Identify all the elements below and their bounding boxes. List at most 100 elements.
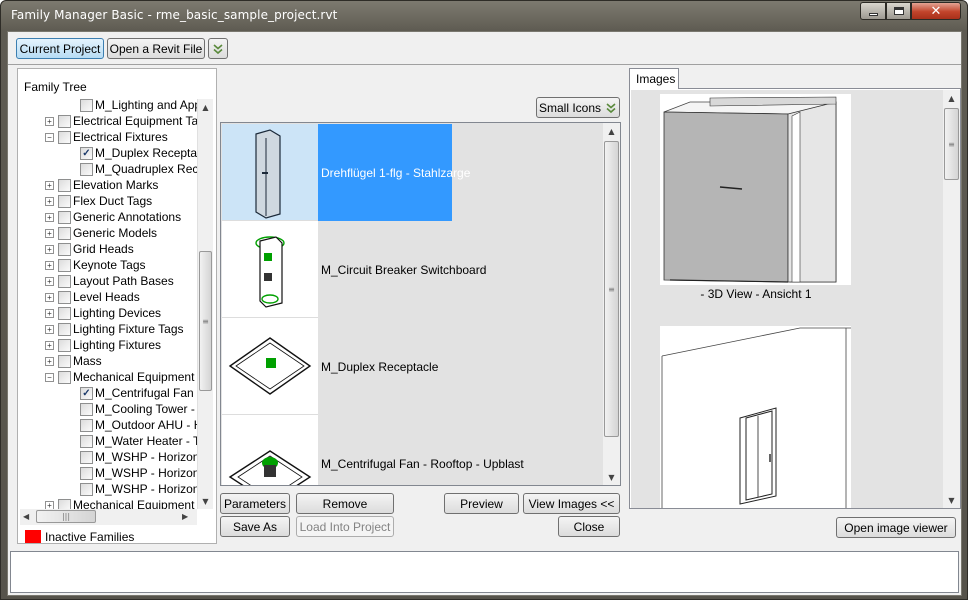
tree-item[interactable]: M_Outdoor AHU - H bbox=[69, 417, 202, 433]
tree-item[interactable]: + Generic Models bbox=[45, 225, 157, 241]
remove-button[interactable]: Remove bbox=[296, 493, 394, 514]
tree-item-checkbox[interactable] bbox=[58, 370, 71, 384]
tree-item-checkbox[interactable] bbox=[58, 322, 71, 336]
small-icons-dropdown[interactable]: Small Icons bbox=[536, 97, 620, 118]
minimize-button[interactable] bbox=[860, 2, 886, 20]
parameters-button[interactable]: Parameters bbox=[220, 493, 290, 514]
title-bar[interactable]: Family Manager Basic - rme_basic_sample_… bbox=[1, 1, 967, 31]
image-3d-view[interactable] bbox=[660, 94, 851, 285]
scroll-down-arrow-icon[interactable]: ▼ bbox=[198, 493, 213, 509]
open-revit-file-button[interactable]: Open a Revit File bbox=[107, 38, 205, 59]
tree-item-checkbox[interactable] bbox=[58, 242, 71, 256]
tree-item[interactable]: M_Quadruplex Rece bbox=[69, 161, 205, 177]
family-list-item[interactable]: M_Centrifugal Fan - Rooftop - Upblast bbox=[222, 415, 609, 485]
maximize-button[interactable] bbox=[886, 2, 911, 20]
family-list[interactable]: ▲ ≡ ▼ Drehflügel 1-flg - Stahlzarge M_Cir… bbox=[220, 122, 621, 486]
save-as-button[interactable]: Save As bbox=[220, 516, 290, 537]
view-images-button[interactable]: View Images << bbox=[523, 493, 620, 514]
tree-item[interactable]: M_WSHP - Horizont bbox=[69, 465, 203, 481]
tab-images[interactable]: Images bbox=[629, 68, 679, 89]
tree-item[interactable]: ✓ M_Duplex Receptac bbox=[69, 145, 203, 161]
tree-item-checkbox[interactable] bbox=[80, 98, 93, 112]
collapse-minus-icon[interactable]: − bbox=[45, 372, 54, 382]
tree-item[interactable]: + Mass bbox=[45, 353, 102, 369]
tree-item[interactable]: + Level Heads bbox=[45, 289, 140, 305]
scroll-down-arrow-icon[interactable]: ▼ bbox=[943, 492, 960, 508]
tree-item-checkbox[interactable] bbox=[58, 226, 71, 240]
expand-plus-icon[interactable]: + bbox=[45, 180, 54, 190]
tree-item[interactable]: + Keynote Tags bbox=[45, 257, 146, 273]
tree-item-checkbox[interactable] bbox=[58, 338, 71, 352]
expand-plus-icon[interactable]: + bbox=[45, 292, 54, 302]
tree-item-checkbox[interactable] bbox=[58, 178, 71, 192]
tree-item-checkbox[interactable] bbox=[58, 290, 71, 304]
toolbar-expand-button[interactable] bbox=[208, 38, 228, 59]
tree-item-checkbox[interactable] bbox=[58, 194, 71, 208]
tree-item[interactable]: M_Cooling Tower - C bbox=[69, 401, 207, 417]
tree-item[interactable]: + Grid Heads bbox=[45, 241, 134, 257]
tree-item[interactable]: + Electrical Equipment Tag bbox=[45, 113, 205, 129]
tree-item-checkbox[interactable] bbox=[80, 402, 93, 416]
tree-horizontal-scrollbar[interactable]: ◀ ||| ▶ bbox=[20, 509, 197, 525]
expand-plus-icon[interactable]: + bbox=[45, 244, 54, 254]
family-list-item[interactable]: M_Circuit Breaker Switchboard bbox=[222, 221, 609, 318]
tree-item-checkbox[interactable]: ✓ bbox=[80, 386, 93, 400]
expand-plus-icon[interactable]: + bbox=[45, 260, 54, 270]
tree-item-checkbox[interactable] bbox=[80, 162, 93, 176]
expand-plus-icon[interactable]: + bbox=[45, 228, 54, 238]
scroll-up-arrow-icon[interactable]: ▲ bbox=[198, 99, 213, 115]
tree-hscroll-thumb[interactable]: ||| bbox=[36, 510, 96, 523]
tree-item[interactable]: + Generic Annotations bbox=[45, 209, 181, 225]
open-image-viewer-button[interactable]: Open image viewer bbox=[836, 517, 956, 538]
tree-item-checkbox[interactable] bbox=[80, 482, 93, 496]
tree-item-checkbox[interactable] bbox=[58, 210, 71, 224]
tree-item[interactable]: + Lighting Fixtures bbox=[45, 337, 161, 353]
preview-button[interactable]: Preview bbox=[444, 493, 519, 514]
tree-item-checkbox[interactable] bbox=[80, 466, 93, 480]
expand-plus-icon[interactable]: + bbox=[45, 196, 54, 206]
tree-item[interactable]: + Flex Duct Tags bbox=[45, 193, 152, 209]
expand-plus-icon[interactable]: + bbox=[45, 116, 54, 126]
family-list-item[interactable]: Drehflügel 1-flg - Stahlzarge bbox=[222, 124, 609, 221]
tree-item-checkbox[interactable] bbox=[80, 418, 93, 432]
tree-item[interactable]: − Mechanical Equipment bbox=[45, 369, 194, 385]
expand-plus-icon[interactable]: + bbox=[45, 356, 54, 366]
tree-item[interactable]: + Layout Path Bases bbox=[45, 273, 174, 289]
tree-item[interactable]: + Lighting Fixture Tags bbox=[45, 321, 184, 337]
family-list-item[interactable]: M_Duplex Receptacle bbox=[222, 318, 609, 415]
scroll-up-arrow-icon[interactable]: ▲ bbox=[943, 90, 960, 106]
tree-scroll-thumb[interactable]: ≡ bbox=[199, 251, 212, 391]
image-door-view[interactable] bbox=[660, 326, 851, 508]
expand-plus-icon[interactable]: + bbox=[45, 212, 54, 222]
tree-item-checkbox[interactable] bbox=[58, 130, 71, 144]
tree-item-checkbox[interactable] bbox=[58, 306, 71, 320]
tree-item-checkbox[interactable] bbox=[58, 274, 71, 288]
images-scroll-thumb[interactable]: ≡ bbox=[944, 108, 959, 180]
tree-vertical-scrollbar[interactable]: ▲ ≡ ▼ bbox=[197, 99, 213, 509]
scroll-right-arrow-icon[interactable]: ▶ bbox=[182, 512, 188, 521]
expand-plus-icon[interactable]: + bbox=[45, 308, 54, 318]
tree-item-checkbox[interactable] bbox=[80, 450, 93, 464]
tree-item[interactable]: − Electrical Fixtures bbox=[45, 129, 168, 145]
scroll-left-arrow-icon[interactable]: ◀ bbox=[23, 512, 29, 521]
close-window-button[interactable]: ✕ bbox=[911, 2, 961, 20]
load-into-project-button[interactable]: Load Into Project bbox=[296, 516, 394, 537]
family-tree[interactable]: M_Lighting and App + Electrical Equipment … bbox=[20, 97, 214, 512]
expand-plus-icon[interactable]: + bbox=[45, 276, 54, 286]
tree-item[interactable]: + Lighting Devices bbox=[45, 305, 161, 321]
tree-item[interactable]: M_Lighting and App bbox=[69, 97, 201, 113]
tree-item-checkbox[interactable] bbox=[58, 258, 71, 272]
tree-item-checkbox[interactable] bbox=[58, 354, 71, 368]
current-project-button[interactable]: Current Project bbox=[16, 38, 104, 59]
expand-plus-icon[interactable]: + bbox=[45, 324, 54, 334]
close-button[interactable]: Close bbox=[558, 516, 620, 537]
expand-plus-icon[interactable]: + bbox=[45, 340, 54, 350]
tree-item[interactable]: M_Water Heater - T bbox=[69, 433, 200, 449]
images-scrollbar[interactable]: ▲ ≡ ▼ bbox=[943, 90, 960, 508]
tree-item-checkbox[interactable]: ✓ bbox=[80, 146, 93, 160]
tree-item[interactable]: + Elevation Marks bbox=[45, 177, 158, 193]
collapse-minus-icon[interactable]: − bbox=[45, 132, 54, 142]
tree-item[interactable]: ✓ M_Centrifugal Fan - bbox=[69, 385, 201, 401]
tree-item-checkbox[interactable] bbox=[80, 434, 93, 448]
tree-item[interactable]: M_WSHP - Horizont bbox=[69, 481, 203, 497]
